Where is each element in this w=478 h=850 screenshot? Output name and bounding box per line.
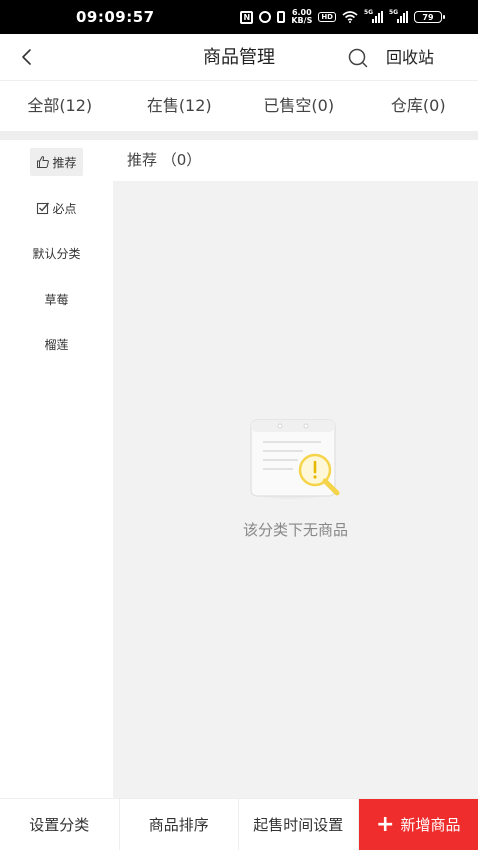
add-product-button[interactable]: + 新增商品 (358, 799, 478, 850)
category-item-must-order[interactable]: 必点 (0, 191, 113, 225)
product-sort-button[interactable]: 商品排序 (120, 799, 239, 850)
alarm-icon (259, 11, 272, 23)
nfc-icon: N (240, 10, 254, 24)
status-tabs: 全部(12) 在售(12) 已售空(0) 仓库(0) (0, 81, 478, 131)
category-item-recommended[interactable]: 推荐 (0, 145, 113, 179)
tab-warehouse[interactable]: 仓库(0) (359, 81, 478, 131)
category-item-default[interactable]: 默认分类 (0, 236, 113, 270)
min-time-settings-button[interactable]: 起售时间设置 (239, 799, 359, 850)
bottom-action-bar: 设置分类 商品排序 起售时间设置 + 新增商品 (0, 798, 478, 850)
hd-badge: HD (318, 12, 336, 22)
category-item-durian[interactable]: 榴莲 (0, 327, 113, 361)
status-icons: N 6.00 KB/S HD 5G 5G 79 (240, 0, 445, 34)
category-label: 必点 (52, 201, 77, 216)
empty-state-illustration (250, 419, 340, 499)
tab-sold-out[interactable]: 已售空(0) (239, 81, 359, 131)
empty-state-text: 该分类下无商品 (242, 521, 348, 539)
signal-sim2-label: 5G (389, 9, 399, 16)
checkbox-icon (37, 202, 50, 215)
divider (0, 131, 478, 140)
category-settings-button[interactable]: 设置分类 (0, 799, 120, 850)
wifi-icon (342, 11, 358, 23)
product-list-panel: 该分类下无商品 (113, 181, 478, 798)
category-label: 榴莲 (44, 337, 69, 352)
category-label: 草莓 (44, 292, 69, 307)
panel-title: 推荐 （0） (127, 151, 202, 169)
tab-on-sale[interactable]: 在售(12) (120, 81, 240, 131)
category-label: 推荐 (52, 155, 77, 170)
recycle-bin-button[interactable]: 回收站 (386, 34, 434, 81)
back-icon[interactable] (14, 42, 44, 72)
category-chip: 推荐 (30, 148, 83, 176)
signal-sim1-label: 5G (364, 9, 374, 16)
category-chip: 必点 (30, 194, 82, 222)
battery-icon: 79 (414, 11, 445, 23)
category-sidebar: 推荐 必点 默认分类 草莓 榴莲 (0, 140, 113, 798)
category-label: 默认分类 (32, 246, 81, 261)
vibrate-icon (277, 11, 286, 23)
add-product-label: 新增商品 (400, 816, 461, 834)
tab-all[interactable]: 全部(12) (0, 81, 120, 131)
network-speed-unit: KB/S (291, 16, 313, 25)
status-bar: 09:09:57 N 6.00 KB/S HD 5G 5G 79 (0, 0, 478, 34)
search-icon[interactable] (346, 46, 370, 70)
header: 商品管理 回收站 (0, 34, 478, 81)
category-item-strawberry[interactable]: 草莓 (0, 282, 113, 316)
network-speed: 6.00 KB/S (291, 9, 312, 25)
panel-header: 推荐 （0） (113, 140, 478, 181)
signal-sim2-icon: 5G (389, 9, 408, 23)
signal-sim1-icon: 5G (364, 9, 383, 23)
status-time: 09:09:57 (76, 8, 155, 26)
thumbs-up-icon (37, 156, 50, 168)
plus-icon: + (376, 812, 395, 837)
